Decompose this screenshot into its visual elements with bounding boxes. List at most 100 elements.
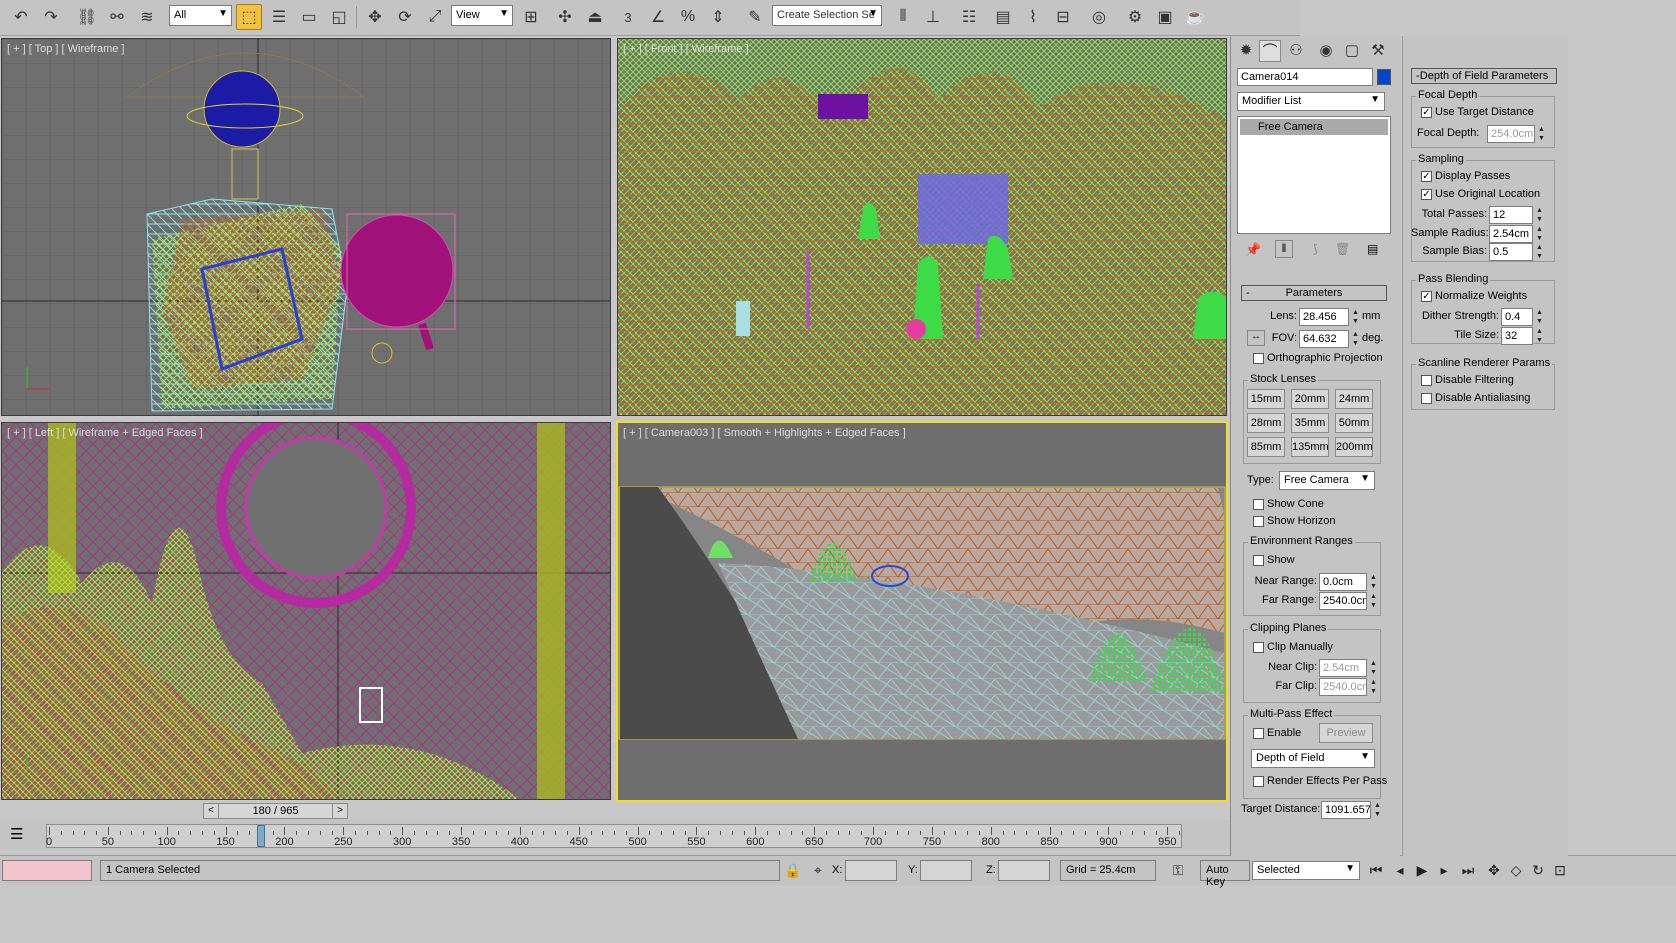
bind-spacewarp-icon[interactable]: ≋: [134, 4, 160, 30]
maxscript-listener-mini[interactable]: [2, 860, 92, 881]
angle-snap-icon[interactable]: ∠: [645, 4, 671, 30]
stack-item-free-camera[interactable]: Free Camera: [1240, 119, 1388, 135]
modify-tab-icon[interactable]: ⌒: [1259, 40, 1281, 62]
near-clip-spinner[interactable]: ▲ ▼: [1369, 659, 1378, 677]
parameters-rollout[interactable]: - Parameters: [1241, 285, 1387, 301]
redo-icon[interactable]: ↷: [38, 4, 64, 30]
window-crossing-icon[interactable]: ◱: [326, 4, 352, 30]
dither-strength-spinner[interactable]: ▲ ▼: [1535, 308, 1544, 326]
move-icon[interactable]: ✥: [362, 4, 388, 30]
preview-button[interactable]: Preview: [1319, 723, 1373, 743]
time-slider-value[interactable]: 180 / 965: [218, 804, 333, 818]
effect-type-dropdown[interactable]: Depth of Field ▼: [1251, 749, 1375, 768]
pan-icon[interactable]: ✥: [1484, 862, 1504, 880]
spinner-snap-icon[interactable]: ⇕: [705, 4, 731, 30]
previous-key-icon[interactable]: ◂: [1390, 862, 1410, 880]
curve-editor-mini-icon[interactable]: ☰: [10, 825, 23, 843]
normalize-weights-checkbox[interactable]: ✓: [1421, 291, 1432, 302]
use-target-distance-checkbox[interactable]: ✓: [1421, 107, 1432, 118]
viewport-camera[interactable]: [ + ] [ Camera003 ] [ Smooth + Highlight…: [616, 421, 1228, 802]
play-icon[interactable]: ▶: [1412, 862, 1432, 880]
sample-radius-spinner[interactable]: ▲ ▼: [1535, 225, 1544, 243]
dof-parameters-rollout[interactable]: - Depth of Field Parameters: [1411, 68, 1557, 84]
far-clip-spinner[interactable]: ▲ ▼: [1369, 678, 1378, 696]
multipass-enable-checkbox[interactable]: [1253, 728, 1264, 739]
key-filter-dropdown[interactable]: Selected ▼: [1252, 861, 1360, 880]
z-coordinate-field[interactable]: [998, 860, 1050, 881]
near-range-field[interactable]: 0.0cm: [1319, 573, 1367, 591]
pivot-center-icon[interactable]: ⊞: [518, 4, 544, 30]
scene-explorer-icon[interactable]: ▤: [990, 4, 1016, 30]
maximize-viewport-icon[interactable]: ⊡: [1550, 862, 1570, 880]
near-clip-field[interactable]: 2.54cm: [1319, 659, 1367, 677]
stock-lens-button[interactable]: 15mm: [1247, 389, 1285, 409]
disable-filtering-checkbox[interactable]: [1421, 375, 1432, 386]
stock-lens-button[interactable]: 20mm: [1291, 389, 1329, 409]
viewport-left[interactable]: [ + ] [ Left ] [ Wireframe + Edged Faces…: [1, 422, 611, 800]
snaps-toggle-icon[interactable]: 3: [615, 4, 641, 30]
field-of-view-icon[interactable]: ◇: [1506, 862, 1526, 880]
absolute-mode-icon[interactable]: ⌖: [808, 862, 828, 880]
align-icon[interactable]: ⊥: [920, 4, 946, 30]
select-by-name-icon[interactable]: ☰: [266, 4, 292, 30]
selection-filter-dropdown[interactable]: All ▼: [169, 5, 232, 26]
far-clip-field[interactable]: 2540.0cm: [1319, 678, 1367, 696]
focal-depth-spinner[interactable]: ▲ ▼: [1537, 125, 1546, 143]
stock-lens-button[interactable]: 28mm: [1247, 413, 1285, 433]
far-range-field[interactable]: 2540.0cm: [1319, 592, 1367, 610]
dither-strength-field[interactable]: 0.4: [1501, 308, 1533, 326]
lens-spinner[interactable]: ▲ ▼: [1351, 308, 1360, 326]
keyboard-shortcut-override-icon[interactable]: ⏏: [582, 4, 608, 30]
viewport-label[interactable]: [ + ] [ Top ] [ Wireframe ]: [7, 43, 124, 55]
focal-depth-field[interactable]: 254.0cm: [1487, 125, 1535, 143]
viewport-label[interactable]: [ + ] [ Left ] [ Wireframe + Edged Faces…: [7, 427, 203, 439]
use-original-location-checkbox[interactable]: ✓: [1421, 189, 1432, 200]
create-tab-icon[interactable]: ✹: [1235, 40, 1257, 62]
fov-field[interactable]: 64.632: [1299, 330, 1349, 348]
stock-lens-button[interactable]: 50mm: [1335, 413, 1373, 433]
rectangular-selection-icon[interactable]: ▭: [296, 4, 322, 30]
lock-selection-icon[interactable]: 🔒: [783, 862, 803, 880]
render-production-icon[interactable]: ☕: [1182, 4, 1208, 30]
reference-coordinate-dropdown[interactable]: View ▼: [451, 5, 513, 26]
pin-stack-icon[interactable]: 📌: [1245, 242, 1261, 258]
display-tab-icon[interactable]: ▢: [1341, 40, 1363, 62]
previous-frame-icon[interactable]: <: [204, 804, 218, 818]
auto-key-button[interactable]: Auto Key: [1200, 860, 1250, 888]
remove-modifier-icon[interactable]: 🗑: [1335, 242, 1350, 256]
modifier-list-dropdown[interactable]: Modifier List ▼: [1237, 92, 1385, 111]
curve-editor-icon[interactable]: ⌇: [1020, 4, 1046, 30]
select-manipulate-icon[interactable]: ✣: [552, 4, 578, 30]
stock-lens-button[interactable]: 85mm: [1247, 437, 1285, 457]
show-cone-checkbox[interactable]: [1253, 499, 1264, 510]
orbit-icon[interactable]: ↻: [1528, 862, 1548, 880]
scale-icon[interactable]: ⤢: [422, 4, 448, 30]
total-passes-spinner[interactable]: ▲ ▼: [1535, 206, 1544, 224]
viewport-front[interactable]: [ + ] [ Front ] [ Wireframe ]: [617, 38, 1227, 416]
named-selection-set-dropdown[interactable]: Create Selection Se ▼: [772, 5, 882, 26]
display-passes-checkbox[interactable]: ✓: [1421, 171, 1432, 182]
undo-icon[interactable]: ↶: [8, 4, 34, 30]
layer-manager-icon[interactable]: ☷: [956, 4, 982, 30]
far-range-spinner[interactable]: ▲ ▼: [1369, 592, 1378, 610]
fov-direction-icon[interactable]: ↔: [1247, 330, 1265, 346]
env-show-checkbox[interactable]: [1253, 555, 1264, 566]
y-coordinate-field[interactable]: [920, 860, 972, 881]
show-horizon-checkbox[interactable]: [1253, 516, 1264, 527]
schematic-view-icon[interactable]: ⊟: [1050, 4, 1076, 30]
stock-lens-button[interactable]: 24mm: [1335, 389, 1373, 409]
motion-tab-icon[interactable]: ◉: [1315, 40, 1337, 62]
lens-field[interactable]: 28.456: [1299, 308, 1349, 326]
object-name-field[interactable]: Camera014: [1237, 68, 1373, 86]
disable-antialiasing-checkbox[interactable]: [1421, 393, 1432, 404]
sample-bias-field[interactable]: 0.5: [1489, 243, 1533, 261]
key-icon[interactable]: ⚿: [1168, 862, 1188, 880]
fov-spinner[interactable]: ▲ ▼: [1351, 330, 1360, 348]
select-object-icon[interactable]: ⬚: [236, 4, 262, 30]
current-frame-marker[interactable]: [256, 825, 265, 847]
stock-lens-button[interactable]: 35mm: [1291, 413, 1329, 433]
go-to-start-icon[interactable]: ⏮: [1366, 862, 1386, 880]
tile-size-field[interactable]: 32: [1501, 327, 1533, 345]
time-slider[interactable]: < 180 / 965 >: [203, 803, 348, 819]
target-distance-field[interactable]: 1091.657: [1321, 801, 1371, 819]
